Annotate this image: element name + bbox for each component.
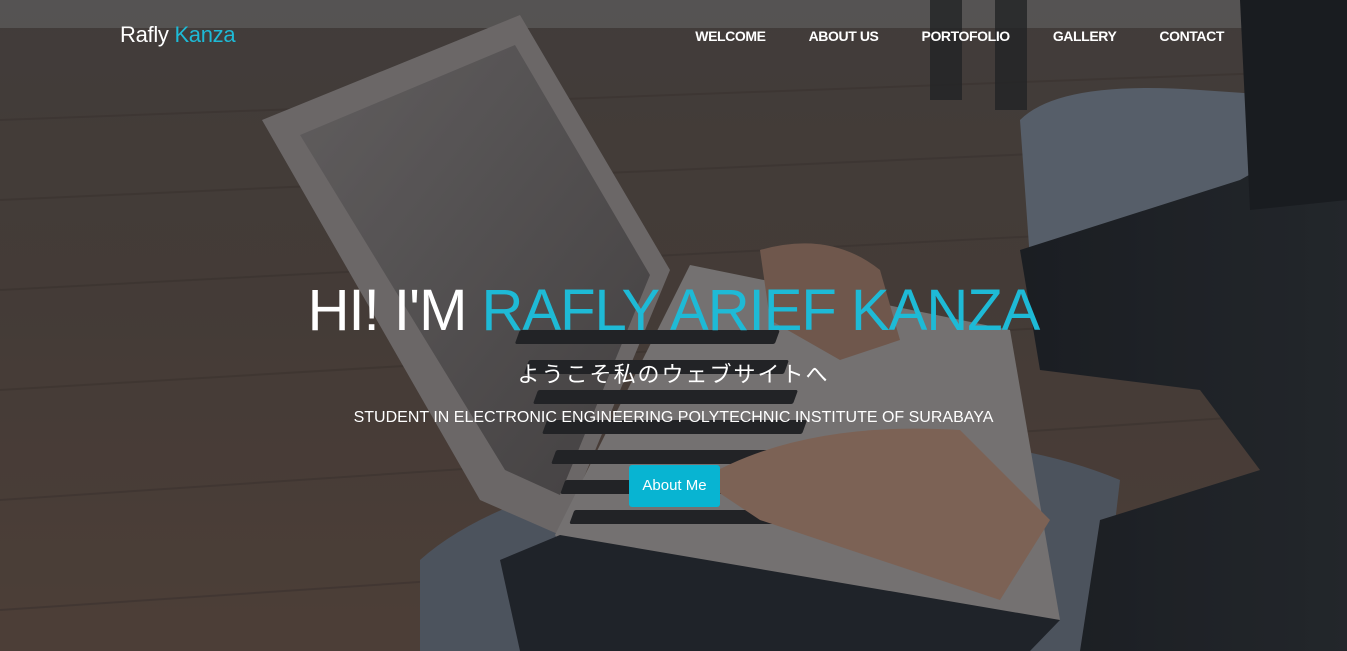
hero-headline: HI! I'M RAFLY ARIEF KANZA	[0, 276, 1347, 346]
hero-subtitle-japanese: ようこそ私のウェブサイトへ	[517, 362, 830, 387]
hero-content: HI! I'M RAFLY ARIEF KANZA ようこそ私のウェブサイトへ …	[0, 0, 1347, 651]
hero-tagline: STUDENT IN ELECTRONIC ENGINEERING POLYTE…	[353, 409, 994, 426]
hero-name: RAFLY ARIEF KANZA	[481, 278, 1041, 343]
hero-greeting: HI! I'M	[307, 278, 468, 343]
hero-section: Rafly Kanza WELCOME ABOUT US PORTOFOLIO …	[0, 0, 1347, 651]
about-me-button[interactable]: About Me	[629, 465, 720, 507]
